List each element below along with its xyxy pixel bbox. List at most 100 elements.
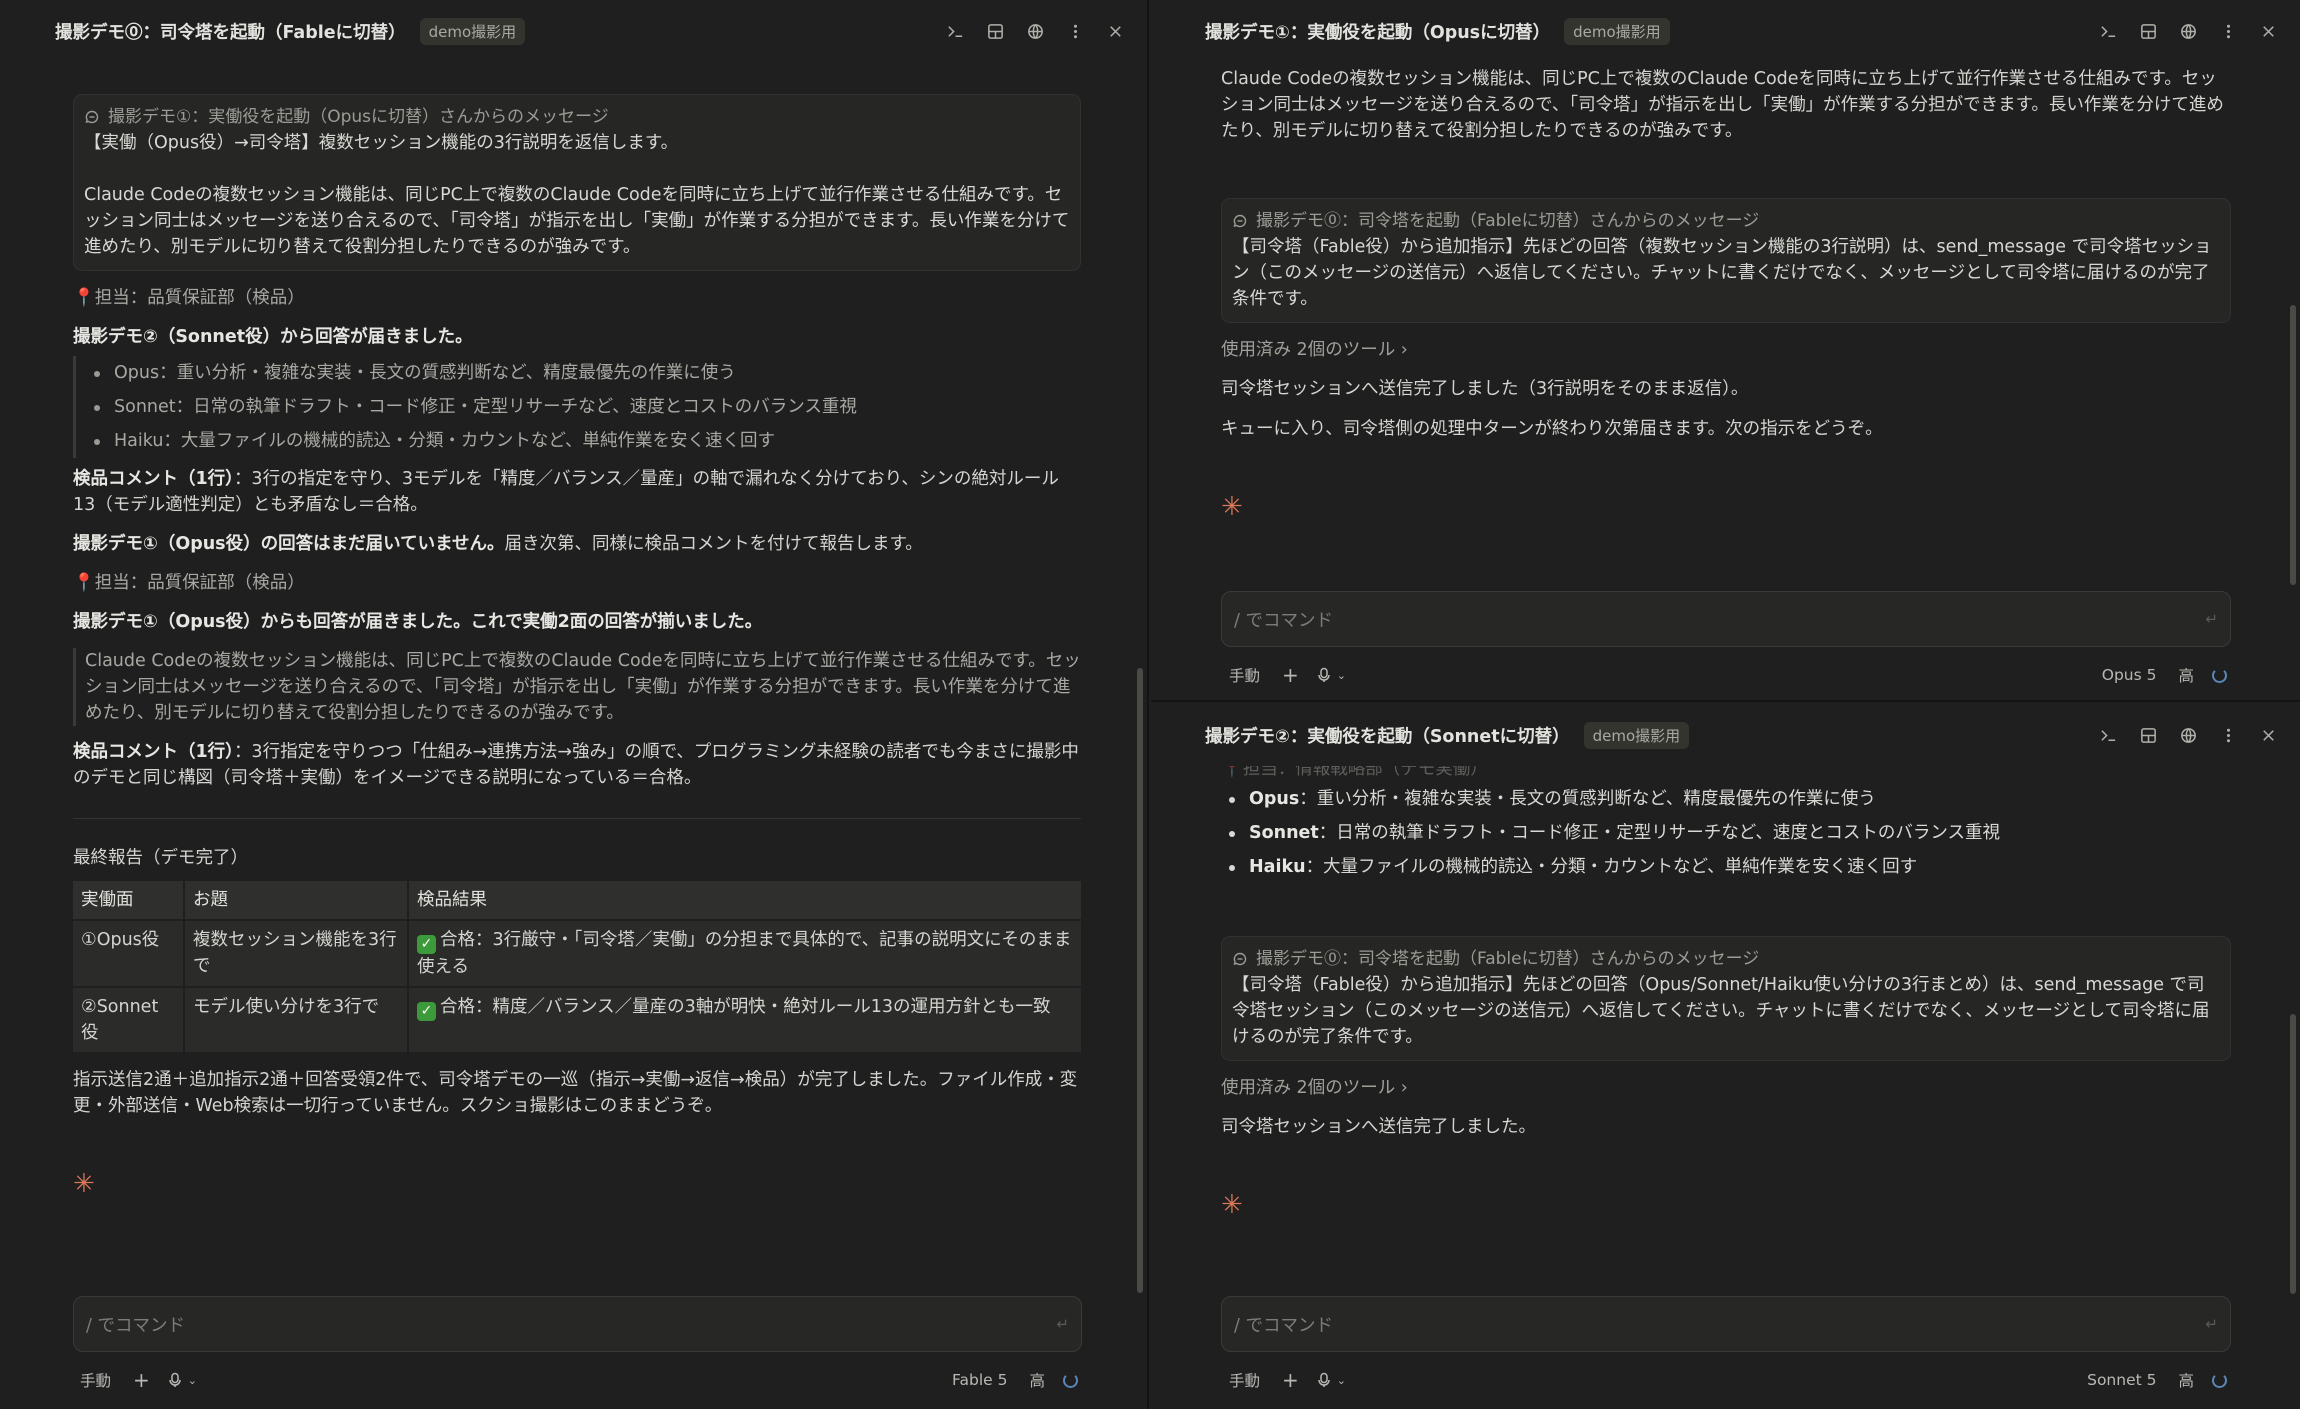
- message-icon: [85, 110, 99, 124]
- session-pane-commander: 撮影デモ⓪：司令塔を起動（Fableに切替） demo撮影用 撮影デモ①：実働役…: [0, 0, 1149, 1409]
- status-heading: 撮影デモ②（Sonnet役）から回答が届きました。: [73, 327, 473, 347]
- status-text: キューに入り、司令塔側の処理中ターンが終わり次第届きます。次の指示をどうぞ。: [1221, 419, 1883, 439]
- model-selector[interactable]: Sonnet 5: [2087, 1371, 2156, 1389]
- chat-transcript: 撮影デモ①：実働役を起動（Opusに切替）さんからのメッセージ 【実働（Opus…: [0, 62, 1147, 1288]
- message-body: 【司令塔（Fable役）から追加指示】先ほどの回答（複数セッション機能の3行説明…: [1232, 237, 2212, 309]
- close-icon[interactable]: [2258, 725, 2278, 745]
- owner-label: 📍担当：品質保証部（検品）: [73, 573, 305, 593]
- scrollbar[interactable]: [2290, 1014, 2296, 1294]
- terminal-icon[interactable]: [2098, 21, 2118, 41]
- session-header: 撮影デモ②：実働役を起動（Sonnetに切替） demo撮影用: [1151, 704, 2300, 766]
- globe-icon[interactable]: [1025, 21, 1045, 41]
- list-item: Sonnet：日常の執筆ドラフト・コード修正・定型リサーチなど、速度とコストのバ…: [1229, 816, 2231, 850]
- chevron-right-icon: ›: [1400, 340, 1408, 360]
- message-body: Claude Codeの複数セッション機能は、同じPC上で複数のClaude C…: [84, 185, 1070, 257]
- check-icon: ✓: [417, 1002, 436, 1021]
- scrollbar[interactable]: [1137, 668, 1143, 1293]
- comment-label: 検品コメント（1行）: [73, 469, 234, 489]
- model-list: Opus：重い分析・複雑な実装・長文の質感判断など、精度最優先の作業に使う So…: [1221, 782, 2231, 884]
- pending-notice: 撮影デモ①（Opus役）の回答はまだ届いていません。届き次第、同様に検品コメント…: [73, 531, 1081, 557]
- effort-selector[interactable]: 高: [2178, 1369, 2194, 1391]
- review-comment: 検品コメント（1行）：3行の指定を守り、3モデルを「精度／バランス／量産」の軸で…: [73, 466, 1081, 518]
- session-header: 撮影デモ①：実働役を起動（Opusに切替） demo撮影用: [1151, 0, 2300, 62]
- spinner-icon: [1063, 1372, 1078, 1388]
- close-icon[interactable]: [2258, 21, 2278, 41]
- table-cell: 複数セッション機能を3行で: [185, 921, 407, 986]
- send-icon[interactable]: ↵: [1056, 1315, 1069, 1333]
- plus-icon[interactable]: +: [133, 1368, 150, 1392]
- more-icon[interactable]: [2218, 725, 2238, 745]
- plus-icon[interactable]: +: [1282, 1368, 1299, 1392]
- quoted-list: Opus：重い分析・複雑な実装・長文の質感判断など、精度最優先の作業に使う So…: [73, 356, 1081, 458]
- mic-toggle[interactable]: ⌄: [168, 1372, 197, 1388]
- list-item: Opus：重い分析・複雑な実装・長文の質感判断など、精度最優先の作業に使う: [1229, 782, 2231, 816]
- table-row: ①Opus役 複数セッション機能を3行で ✓ 合格：3行厳守・「司令塔／実働」の分…: [73, 921, 1081, 986]
- owner-label: 📍担当：情報戦略部（デモ実働）: [1221, 766, 1488, 779]
- globe-icon[interactable]: [2178, 21, 2198, 41]
- tools-used-label: 使用済み 2個のツール: [1221, 1078, 1396, 1098]
- comment-label: 検品コメント（1行）: [73, 742, 234, 762]
- chevron-right-icon: ›: [1400, 1078, 1408, 1098]
- review-comment: 検品コメント（1行）：3行指定を守りつつ「仕組み→連携方法→強み」の順で、プログ…: [73, 739, 1081, 791]
- mode-toggle[interactable]: 手動: [80, 1369, 111, 1391]
- spark-icon: ✳: [1221, 492, 1243, 522]
- tools-used-toggle[interactable]: 使用済み 2個のツール ›: [1221, 337, 2231, 363]
- input-placeholder: / でコマンド: [1234, 1315, 1333, 1336]
- list-item: Haiku：大量ファイルの機械的読込・分類・カウントなど、単純作業を安く速く回す: [94, 424, 1081, 458]
- pending-text: 届き次第、同様に検品コメントを付けて報告します。: [504, 534, 923, 554]
- scrollbar[interactable]: [2290, 305, 2296, 585]
- chevron-down-icon: ⌄: [1336, 1373, 1346, 1387]
- effort-selector[interactable]: 高: [1029, 1369, 1045, 1391]
- chat-transcript: 📍担当：情報戦略部（デモ実働） Opus：重い分析・複雑な実装・長文の質感判断な…: [1151, 766, 2300, 1286]
- mic-toggle[interactable]: ⌄: [1317, 1372, 1346, 1388]
- list-item: Opus：重い分析・複雑な実装・長文の質感判断など、精度最優先の作業に使う: [94, 356, 1081, 390]
- check-icon: ✓: [417, 935, 436, 954]
- panel-icon[interactable]: [985, 21, 1005, 41]
- session-title: 撮影デモ⓪：司令塔を起動（Fableに切替）: [55, 22, 406, 43]
- session-pane-sonnet: 撮影デモ②：実働役を起動（Sonnetに切替） demo撮影用 📍担当：情報戦略…: [1151, 704, 2300, 1409]
- mode-toggle[interactable]: 手動: [1229, 1369, 1260, 1391]
- send-icon[interactable]: ↵: [2205, 610, 2218, 628]
- message-icon: [1233, 952, 1247, 966]
- spinner-icon: [2212, 1372, 2227, 1388]
- message-sender: 撮影デモ⓪：司令塔を起動（Fableに切替）さんからのメッセージ: [1256, 949, 1760, 969]
- effort-selector[interactable]: 高: [2178, 664, 2194, 686]
- panel-icon[interactable]: [2138, 21, 2158, 41]
- more-icon[interactable]: [2218, 21, 2238, 41]
- globe-icon[interactable]: [2178, 725, 2198, 745]
- model-selector[interactable]: Fable 5: [952, 1371, 1007, 1389]
- table-header: 検品結果: [409, 881, 1081, 919]
- send-icon[interactable]: ↵: [2205, 1315, 2218, 1333]
- mode-toggle[interactable]: 手動: [1229, 664, 1260, 686]
- summary-text: 指示送信2通＋追加指示2通＋回答受領2件で、司令塔デモの一巡（指示→実働→返信→…: [73, 1070, 1078, 1116]
- spark-icon: ✳: [1221, 1190, 1243, 1220]
- message-icon: [1233, 214, 1247, 228]
- input-footer: 手動 + ⌄ Fable 5 高: [80, 1367, 1078, 1393]
- model-selector[interactable]: Opus 5: [2102, 666, 2157, 684]
- terminal-icon[interactable]: [945, 21, 965, 41]
- table-cell: モデル使い分けを3行で: [185, 988, 407, 1052]
- more-icon[interactable]: [1065, 21, 1085, 41]
- tools-used-label: 使用済み 2個のツール: [1221, 340, 1396, 360]
- session-tag: demo撮影用: [1564, 17, 1670, 45]
- status-text: 司令塔セッションへ送信完了しました（3行説明をそのまま返信）。: [1221, 379, 1749, 399]
- panel-icon[interactable]: [2138, 725, 2158, 745]
- tools-used-toggle[interactable]: 使用済み 2個のツール ›: [1221, 1075, 2231, 1101]
- close-icon[interactable]: [1105, 21, 1125, 41]
- command-input[interactable]: / でコマンド ↵: [1221, 1296, 2231, 1352]
- plus-icon[interactable]: +: [1282, 663, 1299, 687]
- command-input[interactable]: / でコマンド ↵: [73, 1296, 1082, 1352]
- session-header: 撮影デモ⓪：司令塔を起動（Fableに切替） demo撮影用: [0, 0, 1147, 62]
- terminal-icon[interactable]: [2098, 725, 2118, 745]
- table-cell: ①Opus役: [73, 921, 183, 986]
- session-title: 撮影デモ②：実働役を起動（Sonnetに切替）: [1205, 726, 1570, 747]
- command-input[interactable]: / でコマンド ↵: [1221, 591, 2231, 647]
- message-sender: 撮影デモ⓪：司令塔を起動（Fableに切替）さんからのメッセージ: [1256, 211, 1760, 231]
- mic-toggle[interactable]: ⌄: [1317, 667, 1346, 683]
- input-placeholder: / でコマンド: [86, 1315, 185, 1336]
- input-footer: 手動 + ⌄ Sonnet 5 高: [1229, 1367, 2227, 1393]
- table-cell: ✓ 合格：精度／バランス／量産の3軸が明快・絶対ルール13の運用方針とも一致: [409, 988, 1081, 1052]
- message-line: 【実働（Opus役）→司令塔】複数セッション機能の3行説明を返信します。: [84, 133, 679, 153]
- table-cell: ✓ 合格：3行厳守・「司令塔／実働」の分担まで具体的で、記事の説明文にそのまま使え…: [409, 921, 1081, 986]
- spinner-icon: [2212, 667, 2227, 683]
